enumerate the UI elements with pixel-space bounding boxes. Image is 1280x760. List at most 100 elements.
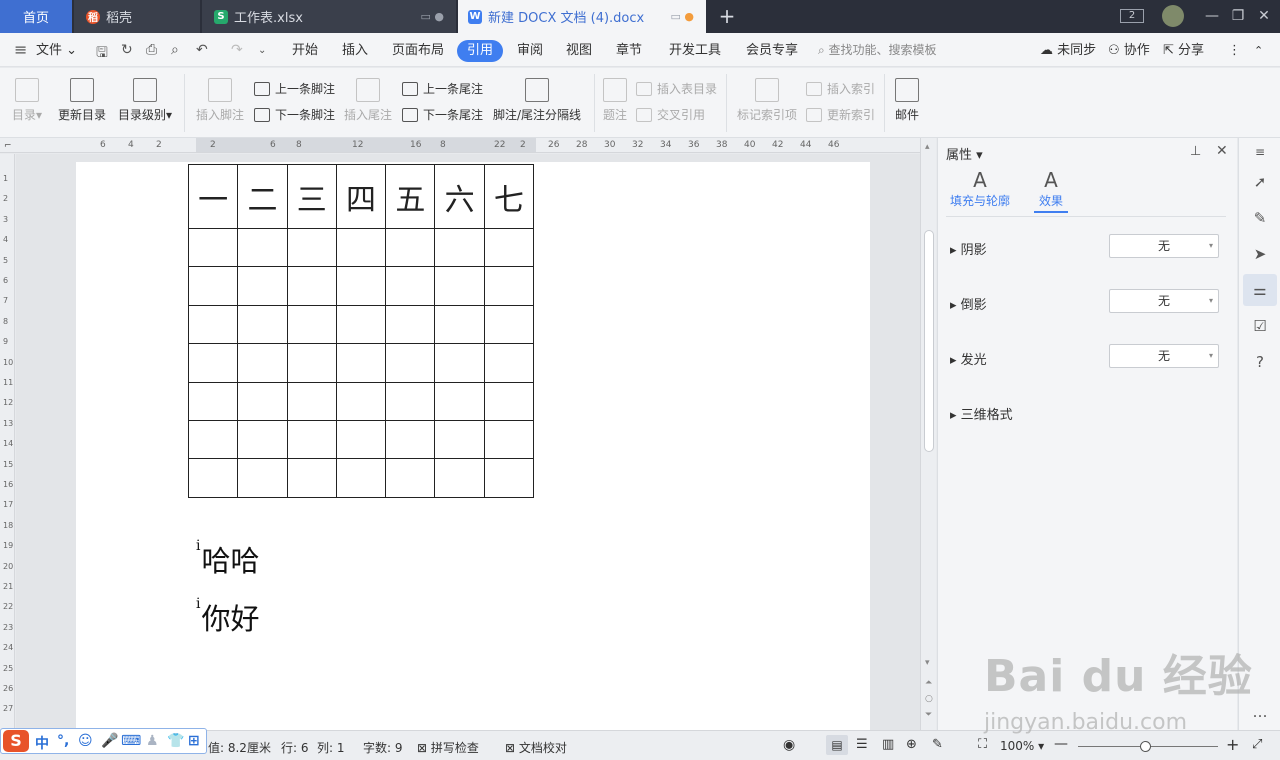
web-view-icon[interactable]: ⊕ xyxy=(906,737,917,752)
glow-select[interactable]: 无 ▾ xyxy=(1109,344,1219,368)
eye-protect-icon[interactable]: ◉ xyxy=(783,737,795,753)
table-cell[interactable] xyxy=(286,304,337,345)
close-button[interactable]: ✕ xyxy=(1254,5,1274,27)
table-cell[interactable] xyxy=(434,227,485,268)
table-cell[interactable] xyxy=(237,304,288,345)
pen-icon[interactable]: ✎ xyxy=(1250,208,1270,228)
table-cell[interactable] xyxy=(335,458,387,498)
menu-start[interactable]: 开始 xyxy=(292,41,318,61)
undo-icon[interactable]: ↶ xyxy=(196,42,208,58)
scroll-up-icon[interactable]: ▴ xyxy=(925,142,930,152)
document-page[interactable]: 一 二 三 四 五 六 七 i哈哈 i你好 xyxy=(76,162,870,730)
caption-button[interactable]: 题注 xyxy=(600,78,630,123)
spell-check-button[interactable]: ⊠ 拼写检查 xyxy=(417,739,479,756)
proofread-button[interactable]: ⊠ 文档校对 xyxy=(505,739,567,756)
rocket-icon[interactable]: ➚ xyxy=(1250,172,1270,192)
menu-developer[interactable]: 开发工具 xyxy=(669,41,721,61)
fit-page-icon[interactable]: ⛶ xyxy=(978,737,987,752)
tab-docx[interactable]: W 新建 DOCX 文档 (4).docx ▭ ● xyxy=(458,0,706,33)
update-toc-button[interactable]: 更新目录 xyxy=(56,78,108,123)
insert-endnote-button[interactable]: 插入尾注 xyxy=(342,78,394,123)
zoom-out-icon[interactable]: — xyxy=(1054,736,1068,752)
toc-level-button[interactable]: 目录级别▾ xyxy=(116,78,174,123)
page-view-icon[interactable]: ▤ xyxy=(826,735,848,755)
table-cell[interactable] xyxy=(187,266,239,306)
table-cell[interactable] xyxy=(385,381,436,421)
emoji-icon[interactable]: ☺ xyxy=(78,733,93,749)
mail-button[interactable]: 邮件 xyxy=(892,78,922,123)
table-cell[interactable] xyxy=(286,419,337,460)
restore-button[interactable]: ❐ xyxy=(1228,5,1248,27)
microphone-icon[interactable]: 🎤 xyxy=(101,733,118,749)
toolbox-icon[interactable]: ⊞ xyxy=(188,733,200,749)
redo-icon[interactable]: ↷ xyxy=(231,42,243,58)
collab-button[interactable]: ⚇ 协作 xyxy=(1108,41,1150,61)
sogou-logo-icon[interactable]: S xyxy=(3,730,29,752)
insert-index-button[interactable]: 插入索引 xyxy=(806,80,875,97)
table-cell[interactable] xyxy=(237,266,288,306)
shadow-select[interactable]: 无 ▾ xyxy=(1109,234,1219,258)
table-cell[interactable] xyxy=(237,419,288,460)
print-icon[interactable]: ⎙ xyxy=(146,42,157,58)
prev-endnote-button[interactable]: 上一条尾注 xyxy=(402,80,483,97)
read-view-icon[interactable]: ▥ xyxy=(882,737,894,752)
table-cell[interactable] xyxy=(483,381,535,421)
table-cell[interactable] xyxy=(483,266,535,306)
table-cell[interactable] xyxy=(483,458,535,498)
table-cell[interactable] xyxy=(385,419,436,460)
keyboard-icon[interactable]: ⌨ xyxy=(121,733,141,749)
table-cell[interactable] xyxy=(385,266,436,306)
scroll-down-icon[interactable]: ▾ xyxy=(925,658,930,668)
properties-icon[interactable]: ⚌ xyxy=(1243,274,1277,306)
avatar[interactable] xyxy=(1162,5,1184,27)
table-cell[interactable] xyxy=(335,419,387,460)
search-input[interactable]: ⌕ 查找功能、搜索模板 xyxy=(818,40,958,60)
table-cell[interactable] xyxy=(434,458,485,498)
tab-daoke[interactable]: 稻 稻壳 xyxy=(74,0,200,33)
prev-footnote-button[interactable]: 上一条脚注 xyxy=(254,80,335,97)
table-cell[interactable] xyxy=(286,458,337,498)
share-button[interactable]: ⇱ 分享 xyxy=(1163,41,1204,61)
table-cell[interactable] xyxy=(385,343,436,383)
more-icon[interactable]: … xyxy=(1250,702,1270,722)
hamburger-icon[interactable]: ≡ xyxy=(14,40,27,59)
write-view-icon[interactable]: ✎ xyxy=(932,737,943,752)
vertical-ruler[interactable]: 1 2 3 4 5 6 7 8 9 10 11 12 13 14 15 16 17 18 19 20 21 22 23 24 2… xyxy=(0,154,15,730)
table-cell[interactable] xyxy=(434,381,485,421)
menu-chapter[interactable]: 章节 xyxy=(616,41,642,61)
table-cell[interactable] xyxy=(385,227,436,268)
menu-layout[interactable]: 页面布局 xyxy=(392,41,444,61)
outline-view-icon[interactable]: ☰ xyxy=(856,737,868,752)
table-cell[interactable]: 五 xyxy=(385,164,436,229)
update-index-button[interactable]: 更新索引 xyxy=(806,106,875,123)
pin-icon[interactable]: ⊥ xyxy=(1190,144,1201,159)
table-cell[interactable]: 二 xyxy=(237,164,288,229)
table-cell[interactable] xyxy=(385,458,436,498)
user-center-icon[interactable]: ♟ xyxy=(146,733,159,749)
table-cell[interactable] xyxy=(483,343,535,383)
help-icon[interactable]: ? xyxy=(1250,352,1270,372)
shadow-row[interactable]: ▸ 阴影 xyxy=(950,239,987,258)
paragraph-haha[interactable]: i哈哈 xyxy=(196,538,260,580)
skin-icon[interactable]: 👕 xyxy=(167,733,184,749)
table-cell[interactable]: 三 xyxy=(286,164,337,229)
table-cell[interactable] xyxy=(483,227,535,268)
menu-view[interactable]: 视图 xyxy=(566,41,592,61)
table-cell[interactable] xyxy=(335,304,387,345)
table-cell[interactable] xyxy=(237,227,288,268)
table-cell[interactable]: 一 xyxy=(187,164,239,229)
table-cell[interactable] xyxy=(286,381,337,421)
tab-fill-outline[interactable]: A 填充与轮廓 xyxy=(950,168,1010,209)
scrollbar-thumb[interactable] xyxy=(924,230,934,452)
save-icon[interactable]: 🖫 xyxy=(96,42,108,66)
next-footnote-button[interactable]: 下一条脚注 xyxy=(254,106,335,123)
table-cell[interactable] xyxy=(237,458,288,498)
table-cell[interactable] xyxy=(335,381,387,421)
table-cell[interactable] xyxy=(237,343,288,383)
table-cell[interactable] xyxy=(483,304,535,345)
table-cell[interactable] xyxy=(187,304,239,345)
cursor-icon[interactable]: ➤ xyxy=(1250,244,1270,264)
zoom-slider-thumb[interactable] xyxy=(1140,741,1151,752)
table-cell[interactable]: 四 xyxy=(335,164,387,229)
tab-effect[interactable]: A 效果 xyxy=(1034,168,1068,213)
